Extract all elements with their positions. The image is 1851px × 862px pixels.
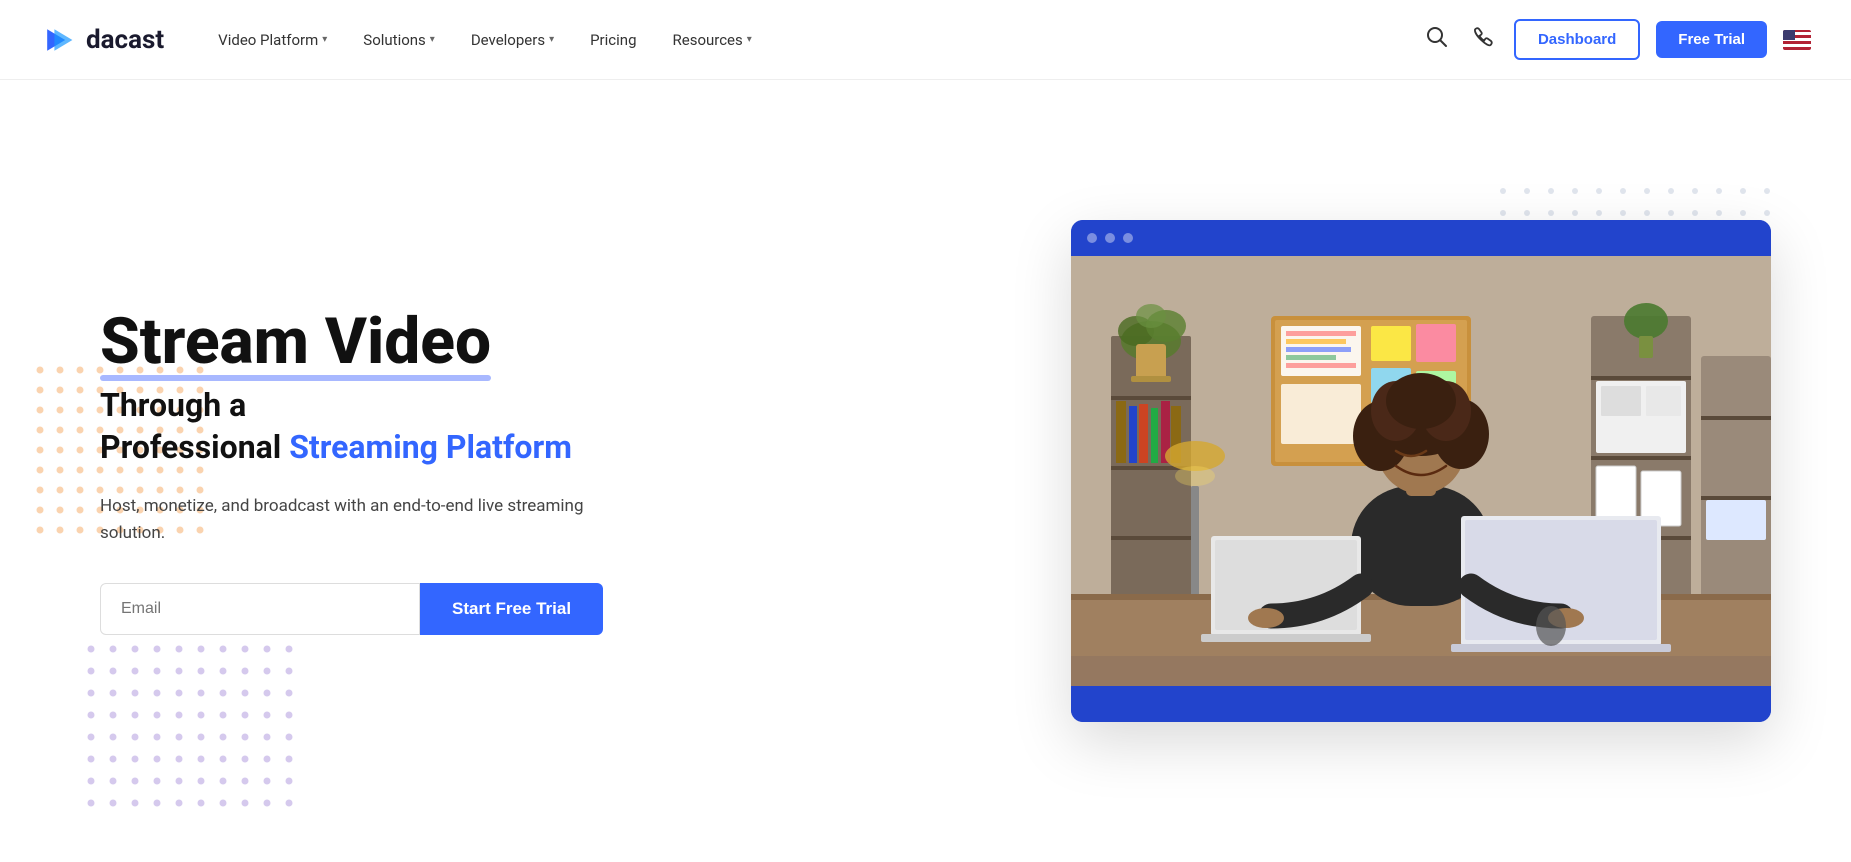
hero-description: Host, monetize, and broadcast with an en… xyxy=(100,493,600,547)
us-flag-icon xyxy=(1783,30,1811,50)
video-card xyxy=(1071,220,1771,722)
email-input[interactable] xyxy=(100,583,420,635)
chevron-down-icon: ▾ xyxy=(549,34,554,45)
language-selector[interactable] xyxy=(1783,30,1811,50)
nav-item-solutions[interactable]: Solutions ▾ xyxy=(349,23,449,57)
logo[interactable]: dacast xyxy=(40,22,164,58)
dashboard-button[interactable]: Dashboard xyxy=(1514,19,1640,60)
chevron-down-icon: ▾ xyxy=(322,34,327,45)
chevron-down-icon: ▾ xyxy=(747,34,752,45)
video-card-dot-1 xyxy=(1087,233,1097,243)
phone-icon xyxy=(1472,26,1494,48)
video-thumbnail[interactable] xyxy=(1071,256,1771,686)
purple-dot-grid xyxy=(80,638,300,822)
nav-links: Video Platform ▾ Solutions ▾ Developers … xyxy=(204,23,1422,57)
search-icon xyxy=(1426,26,1448,48)
video-card-header xyxy=(1071,220,1771,256)
navbar: dacast Video Platform ▾ Solutions ▾ Deve… xyxy=(0,0,1851,80)
search-button[interactable] xyxy=(1422,22,1452,58)
hero-content: Stream Video Through a Professional Stre… xyxy=(100,307,700,635)
nav-item-developers[interactable]: Developers ▾ xyxy=(457,23,568,57)
free-trial-nav-button[interactable]: Free Trial xyxy=(1656,21,1767,58)
video-card-dot-3 xyxy=(1123,233,1133,243)
nav-item-video-platform[interactable]: Video Platform ▾ xyxy=(204,23,341,57)
nav-item-pricing[interactable]: Pricing xyxy=(576,23,650,57)
nav-item-resources[interactable]: Resources ▾ xyxy=(659,23,766,57)
hero-video-section xyxy=(700,220,1771,722)
hero-section: Stream Video Through a Professional Stre… xyxy=(0,80,1851,862)
phone-button[interactable] xyxy=(1468,22,1498,58)
video-card-footer xyxy=(1071,686,1771,722)
nav-actions: Dashboard Free Trial xyxy=(1422,19,1811,60)
logo-text: dacast xyxy=(86,25,164,55)
start-free-trial-button[interactable]: Start Free Trial xyxy=(420,583,603,635)
chevron-down-icon: ▾ xyxy=(430,34,435,45)
hero-subtitle: Through a Professional Streaming Platfor… xyxy=(100,385,700,468)
hero-title: Stream Video xyxy=(100,307,700,377)
video-card-dot-2 xyxy=(1105,233,1115,243)
hero-form: Start Free Trial xyxy=(100,583,700,635)
office-scene-svg xyxy=(1071,256,1771,686)
